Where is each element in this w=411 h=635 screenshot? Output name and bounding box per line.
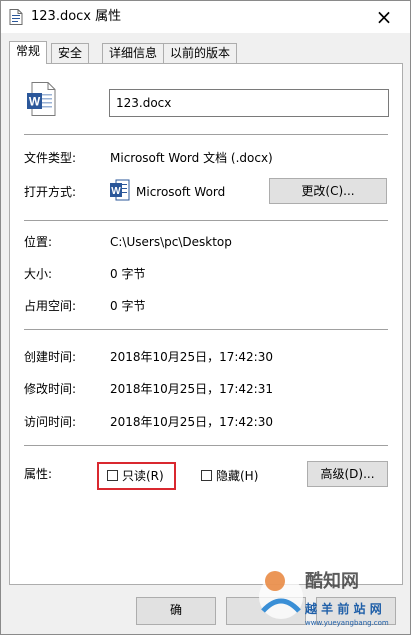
close-button[interactable]: × bbox=[372, 6, 396, 28]
hidden-label[interactable]: 隐藏(H) bbox=[216, 469, 258, 483]
tab-details[interactable]: 详细信息 bbox=[102, 43, 165, 63]
hidden-checkbox[interactable] bbox=[201, 470, 212, 481]
location-label: 位置: bbox=[24, 235, 53, 249]
svg-text:W: W bbox=[29, 95, 41, 109]
separator bbox=[24, 329, 388, 330]
window-title: 123.docx 属性 bbox=[31, 9, 122, 24]
separator bbox=[24, 220, 388, 221]
cancel-button[interactable] bbox=[226, 597, 306, 625]
change-button[interactable]: 更改(C)... bbox=[269, 178, 387, 204]
opens-with-label: 打开方式: bbox=[24, 185, 77, 199]
modified-value: 2018年10月25日，17:42:31 bbox=[110, 382, 273, 396]
file-type-label: 文件类型: bbox=[24, 151, 77, 165]
title-bar: 123.docx 属性 × bbox=[1, 1, 410, 33]
separator bbox=[24, 134, 388, 135]
separator bbox=[24, 445, 388, 446]
size-on-disk-label: 占用空间: bbox=[24, 299, 77, 313]
readonly-checkbox[interactable] bbox=[107, 470, 118, 481]
word-app-icon: W bbox=[110, 179, 130, 201]
accessed-value: 2018年10月25日，17:42:30 bbox=[110, 415, 273, 429]
svg-text:W: W bbox=[111, 186, 121, 197]
advanced-button[interactable]: 高级(D)... bbox=[307, 461, 388, 487]
properties-dialog: 123.docx 属性 × 常规 安全 详细信息 以前的版本 W 123.doc… bbox=[0, 0, 411, 635]
modified-label: 修改时间: bbox=[24, 382, 77, 396]
apply-button[interactable] bbox=[316, 597, 396, 625]
accessed-label: 访问时间: bbox=[24, 415, 77, 429]
document-icon bbox=[9, 9, 23, 25]
ok-button[interactable]: 确 bbox=[136, 597, 216, 625]
file-name-input[interactable]: 123.docx bbox=[109, 89, 389, 117]
size-value: 0 字节 bbox=[110, 267, 146, 281]
size-label: 大小: bbox=[24, 267, 53, 281]
tab-general[interactable]: 常规 bbox=[9, 41, 48, 64]
tab-security[interactable]: 安全 bbox=[51, 43, 90, 63]
word-document-icon: W bbox=[27, 82, 56, 116]
created-label: 创建时间: bbox=[24, 350, 77, 364]
location-value: C:\Users\pc\Desktop bbox=[110, 235, 232, 249]
general-panel: W 123.docx 文件类型: Microsoft Word 文档 (.doc… bbox=[9, 63, 403, 585]
opens-with-value: Microsoft Word bbox=[136, 185, 226, 199]
size-on-disk-value: 0 字节 bbox=[110, 299, 146, 313]
created-value: 2018年10月25日，17:42:30 bbox=[110, 350, 273, 364]
tab-previous-versions[interactable]: 以前的版本 bbox=[163, 43, 238, 63]
readonly-label[interactable]: 只读(R) bbox=[122, 469, 164, 483]
attributes-label: 属性: bbox=[24, 467, 53, 481]
file-type-value: Microsoft Word 文档 (.docx) bbox=[110, 151, 273, 165]
